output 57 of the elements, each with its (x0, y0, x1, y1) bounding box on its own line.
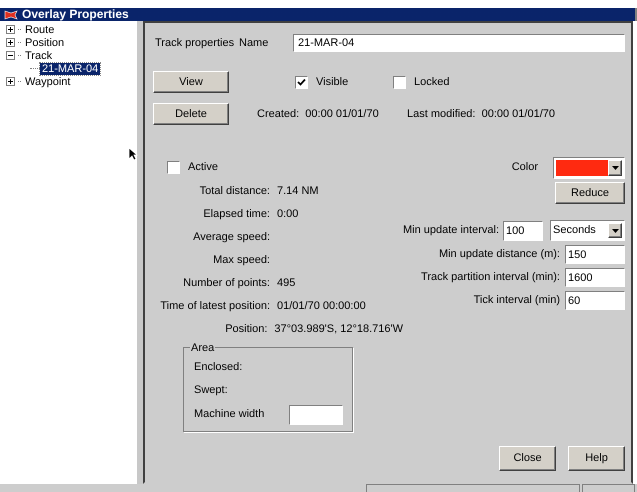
cursor-icon (128, 147, 138, 161)
push-button[interactable]: Close (499, 446, 556, 471)
tree-item[interactable]: Waypoint (24, 76, 72, 88)
setting-field[interactable]: 150 (565, 245, 625, 264)
expand-icon[interactable] (6, 38, 15, 47)
interval-field[interactable]: 100 (503, 220, 543, 240)
color-dropdown[interactable] (553, 156, 625, 178)
stat-value: 37°03.989'S, 12°18.716'W (274, 322, 403, 338)
dropdown-arrow-icon (612, 228, 618, 232)
last-modified-text: Last modified: 00:00 01/01/70 (407, 106, 555, 122)
tree-item[interactable]: Track (24, 50, 54, 62)
stat-label: Max speed: (212, 253, 270, 268)
stat-label: Time of latest position: (159, 299, 270, 314)
stat-label: Elapsed time: (202, 207, 270, 222)
status-panel (582, 484, 635, 492)
checkbox[interactable] (167, 161, 180, 174)
stat-value: 495 (277, 276, 296, 292)
setting-field[interactable]: 1600 (565, 268, 625, 287)
checkbox[interactable] (295, 76, 308, 88)
push-button[interactable]: Reduce (555, 182, 625, 204)
color-label: Color (512, 160, 538, 176)
window-title: Overlay Properties (22, 8, 129, 21)
stat-value: 01/01/70 00:00:00 (277, 299, 366, 314)
checkbox[interactable] (393, 76, 406, 88)
stat-label: Average speed: (192, 230, 270, 246)
setting-label: Min update interval: (403, 223, 499, 238)
stat-value: 7.14 NM (277, 184, 319, 200)
stat-label: Total distance: (198, 184, 270, 200)
setting-field[interactable]: 60 (565, 291, 625, 310)
checkbox-label: Locked (414, 74, 450, 90)
area-label: Machine width (194, 407, 266, 422)
push-button[interactable]: Delete (153, 103, 229, 125)
expand-icon[interactable] (6, 25, 15, 34)
tree-item[interactable]: Position (24, 36, 66, 48)
expand-icon[interactable] (6, 77, 15, 86)
checkbox-label: Active (188, 160, 218, 176)
tree-item[interactable]: 21-MAR-04 (40, 62, 100, 74)
push-button[interactable]: Help (568, 446, 625, 471)
checkbox-label: Visible (316, 74, 348, 90)
setting-label: Tick interval (min) (474, 293, 560, 308)
area-label: Enclosed: (194, 360, 244, 376)
machine-width-field[interactable] (289, 404, 343, 424)
dropdown-arrow-icon (612, 166, 618, 170)
stat-value: 0:00 (277, 207, 298, 222)
name-field[interactable]: 21-MAR-04 (293, 34, 625, 52)
collapse-icon[interactable] (6, 51, 15, 60)
name-label: Name (239, 36, 270, 51)
setting-label: Track partition interval (min): (421, 270, 560, 286)
unit-dropdown[interactable]: Seconds (550, 220, 625, 241)
stat-label: Position: (224, 322, 268, 338)
section-title: Track properties (154, 36, 236, 51)
area-label: Swept: (194, 383, 229, 398)
push-button[interactable]: View (153, 71, 229, 93)
created-text: Created: 00:00 01/01/70 (257, 106, 380, 122)
stat-label: Number of points: (182, 276, 270, 292)
setting-label: Min update distance (m): (438, 247, 560, 262)
tree-item[interactable]: Route (24, 24, 56, 36)
